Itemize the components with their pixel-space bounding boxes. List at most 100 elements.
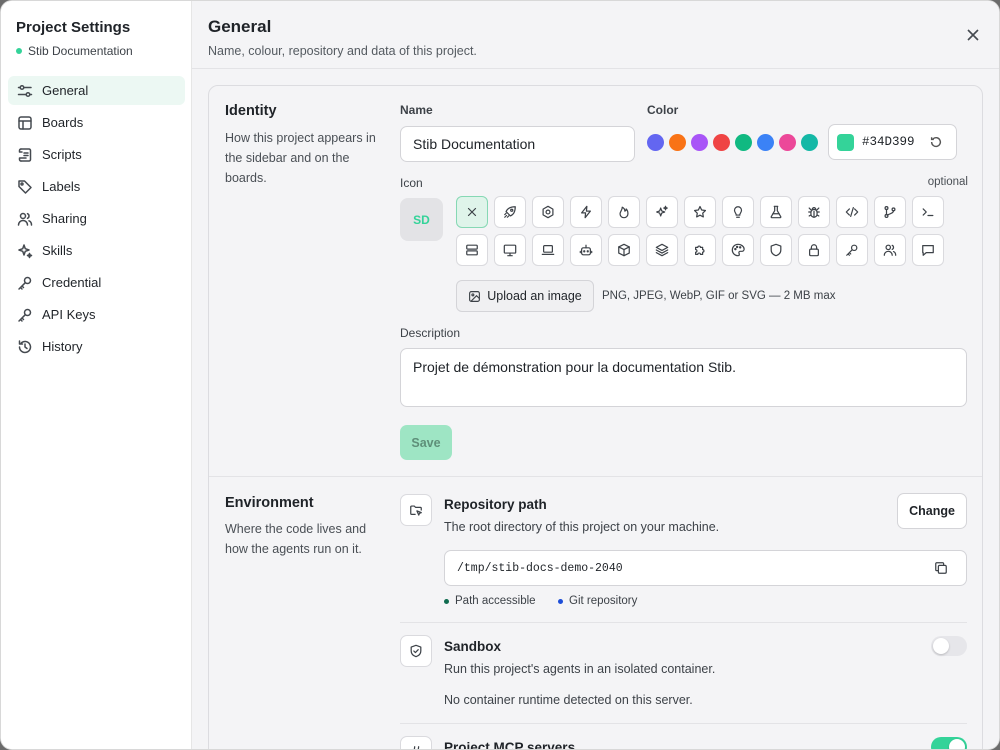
shield-check-icon bbox=[410, 644, 422, 658]
history-icon bbox=[18, 339, 32, 353]
color-swatch-pink[interactable] bbox=[779, 134, 796, 151]
icon-option-puzzle[interactable] bbox=[684, 234, 716, 266]
icon-option-laptop[interactable] bbox=[532, 234, 564, 266]
color-swatch-emerald[interactable] bbox=[735, 134, 752, 151]
sidebar-item-credential[interactable]: Credential bbox=[8, 268, 185, 297]
image-upload-icon bbox=[469, 290, 481, 302]
icon-option-layers[interactable] bbox=[646, 234, 678, 266]
icon-label: Icon bbox=[400, 176, 423, 190]
sidebar-item-label: Sharing bbox=[42, 211, 87, 226]
icon-option-flame[interactable] bbox=[608, 196, 640, 228]
sandbox-icon-box bbox=[400, 635, 432, 667]
toggle-knob bbox=[949, 739, 965, 749]
row-divider bbox=[400, 622, 967, 623]
icon-option-flask[interactable] bbox=[760, 196, 792, 228]
icon-option-lightbulb[interactable] bbox=[722, 196, 754, 228]
repository-icon-box bbox=[400, 494, 432, 526]
monitor-icon bbox=[503, 244, 517, 257]
status-label: Path accessible bbox=[455, 595, 536, 607]
icon-option-sparkles[interactable] bbox=[646, 196, 678, 228]
environment-description: Where the code lives and how the agents … bbox=[225, 522, 367, 556]
shield-icon bbox=[770, 243, 782, 257]
project-color-dot bbox=[16, 48, 22, 54]
icon-option-monitor[interactable] bbox=[494, 234, 526, 266]
mcp-title: Project MCP servers bbox=[444, 740, 576, 750]
color-swatch-blue[interactable] bbox=[757, 134, 774, 151]
identity-description: How this project appears in the sidebar … bbox=[225, 131, 376, 185]
sidebar-item-label: API Keys bbox=[42, 307, 96, 322]
icon-option-lock[interactable] bbox=[798, 234, 830, 266]
layers-icon bbox=[655, 243, 669, 257]
status-path-accessible: Path accessible bbox=[444, 595, 536, 607]
change-path-button[interactable]: Change bbox=[897, 493, 967, 529]
lightbulb-icon bbox=[733, 206, 743, 218]
sidebar-item-boards[interactable]: Boards bbox=[8, 108, 185, 137]
close-icon bbox=[467, 207, 477, 217]
row-divider bbox=[400, 723, 967, 724]
copy-icon bbox=[935, 562, 947, 574]
color-swatch-red[interactable] bbox=[713, 134, 730, 151]
sidebar-item-scripts[interactable]: Scripts bbox=[8, 140, 185, 169]
color-swatch-orange[interactable] bbox=[669, 134, 686, 151]
icon-option-cube[interactable] bbox=[608, 234, 640, 266]
icon-option-chat[interactable] bbox=[912, 234, 944, 266]
code-icon bbox=[845, 207, 859, 217]
sidebar-item-sharing[interactable]: Sharing bbox=[8, 204, 185, 233]
name-input[interactable]: Stib Documentation bbox=[400, 126, 635, 162]
icon-option-shield[interactable] bbox=[760, 234, 792, 266]
repository-title: Repository path bbox=[444, 497, 547, 512]
server-icon bbox=[466, 244, 478, 256]
sidebar-item-skills[interactable]: Skills bbox=[8, 236, 185, 265]
icon-option-none[interactable] bbox=[456, 196, 488, 228]
copy-path-button[interactable] bbox=[934, 561, 948, 575]
icon-option-star[interactable] bbox=[684, 196, 716, 228]
lock-icon bbox=[809, 244, 819, 257]
hash-icon bbox=[413, 746, 420, 749]
icon-option-robot[interactable] bbox=[570, 234, 602, 266]
settings-card: Identity How this project appears in the… bbox=[208, 85, 983, 750]
color-hex-input[interactable]: #34D399 bbox=[828, 124, 957, 160]
selected-color-square bbox=[837, 133, 854, 151]
close-button[interactable] bbox=[965, 27, 981, 43]
sandbox-toggle[interactable] bbox=[931, 636, 967, 656]
star-icon bbox=[693, 205, 707, 218]
sidebar-item-labels[interactable]: Labels bbox=[8, 172, 185, 201]
color-label: Color bbox=[647, 103, 679, 117]
color-swatch-purple[interactable] bbox=[691, 134, 708, 151]
sidebar-item-general[interactable]: General bbox=[8, 76, 185, 105]
icon-option-server[interactable] bbox=[456, 234, 488, 266]
mcp-toggle[interactable] bbox=[931, 737, 967, 749]
sidebar-item-api-keys[interactable]: API Keys bbox=[8, 300, 185, 329]
upload-image-button[interactable]: Upload an image bbox=[456, 280, 594, 312]
icon-option-users[interactable] bbox=[874, 234, 906, 266]
folder-cursor-icon bbox=[410, 505, 422, 516]
puzzle-icon bbox=[695, 245, 705, 255]
sidebar-item-label: Credential bbox=[42, 275, 102, 290]
sidebar-item-label: Labels bbox=[42, 179, 81, 194]
robot-icon bbox=[579, 244, 593, 256]
icon-option-gear[interactable] bbox=[532, 196, 564, 228]
cube-icon bbox=[618, 243, 630, 257]
icon-option-git-branch[interactable] bbox=[874, 196, 906, 228]
sidebar-item-history[interactable]: History bbox=[8, 332, 185, 361]
board-icon bbox=[18, 115, 32, 130]
status-label: Git repository bbox=[569, 595, 638, 607]
sidebar-item-label: Skills bbox=[42, 243, 73, 258]
description-textarea[interactable]: Projet de démonstration pour la document… bbox=[400, 348, 967, 407]
color-swatch-indigo[interactable] bbox=[647, 134, 664, 151]
icon-option-palette[interactable] bbox=[722, 234, 754, 266]
icon-option-lightning[interactable] bbox=[570, 196, 602, 228]
icon-option-terminal[interactable] bbox=[912, 196, 944, 228]
close-icon bbox=[967, 29, 979, 41]
terminal-icon bbox=[922, 208, 934, 217]
icon-option-bug[interactable] bbox=[798, 196, 830, 228]
reset-color-button[interactable] bbox=[929, 135, 943, 149]
sandbox-description: Run this project's agents in an isolated… bbox=[444, 662, 716, 676]
hex-value: #34D399 bbox=[862, 135, 915, 149]
icon-option-rocket[interactable] bbox=[494, 196, 526, 228]
icon-option-key[interactable] bbox=[836, 234, 868, 266]
icon-option-code[interactable] bbox=[836, 196, 868, 228]
color-swatch-teal[interactable] bbox=[801, 134, 818, 151]
save-button[interactable]: Save bbox=[400, 425, 452, 460]
page-subtitle: Name, colour, repository and data of thi… bbox=[208, 44, 477, 58]
